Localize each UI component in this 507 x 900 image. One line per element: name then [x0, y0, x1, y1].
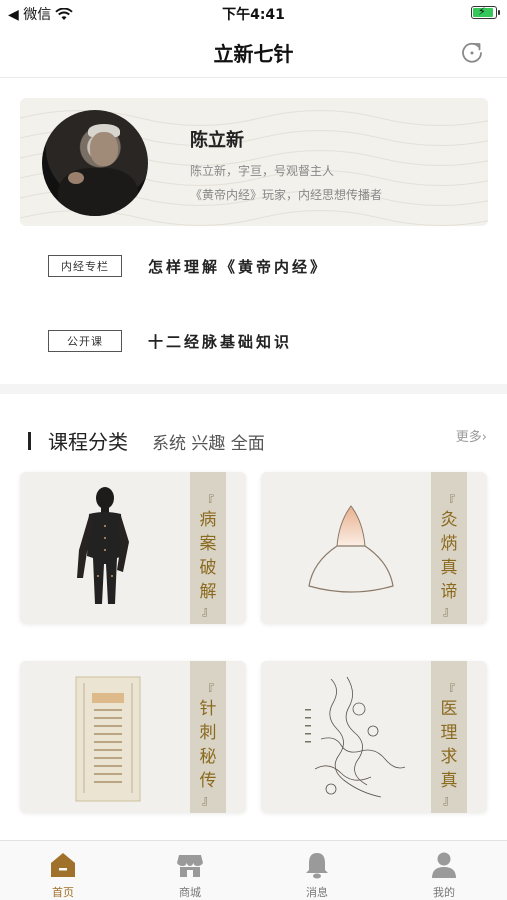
tab-label: 首页: [52, 886, 74, 899]
illustration-image: [305, 676, 406, 798]
profile-card[interactable]: 陈立新 陈立新，字亘，号观督主人 《黄帝内经》玩家，内经思想传播者: [20, 98, 488, 226]
status-time: 下午4:41: [222, 7, 285, 23]
refresh-icon[interactable]: [459, 40, 485, 66]
manuscript-image: [75, 676, 141, 802]
article-row[interactable]: 内经专栏 怎样理解《黄帝内经》: [48, 254, 468, 278]
tab-shop[interactable]: 商城: [127, 841, 253, 900]
avatar[interactable]: [42, 110, 148, 216]
tab-bar: 首页 商城 消息 我的: [0, 840, 507, 900]
section-subtitle: 系统 兴趣 全面: [152, 434, 265, 454]
tab-profile[interactable]: 我的: [381, 841, 507, 900]
course-label: 『 针刺秘传 』: [199, 683, 217, 807]
course-card-moxibustion[interactable]: 『 灸焫真谛 』: [261, 472, 487, 624]
profile-bio: 《黄帝内经》玩家，内经思想传播者: [190, 188, 383, 202]
page-title: 立新七针: [213, 42, 294, 66]
tab-label: 商城: [179, 886, 201, 899]
chevron-right-icon: ›: [481, 430, 487, 445]
article-title[interactable]: 怎样理解《黄帝内经》: [148, 256, 328, 277]
article-tag: 公开课: [48, 330, 122, 352]
course-card-needling[interactable]: 『 针刺秘传 』: [20, 661, 246, 813]
tab-home[interactable]: 首页: [0, 841, 126, 900]
section-marker: [28, 432, 31, 450]
acupuncture-figure-image: [77, 487, 129, 604]
section-title: 课程分类: [48, 430, 128, 454]
article-tag: 内经专栏: [48, 255, 122, 277]
profile-description: 陈立新，字亘，号观督主人: [190, 164, 335, 178]
nav-bar: 立新七针: [0, 26, 507, 78]
course-label: 『 灸焫真谛 』: [440, 494, 458, 618]
charging-bolt-icon: ⚡: [478, 5, 486, 18]
course-card-cases[interactable]: 『 病案破解 』: [20, 472, 246, 624]
more-label: 更多: [455, 430, 482, 445]
tab-messages[interactable]: 消息: [254, 841, 380, 900]
course-label-strip: 『 灸焫真谛 』: [431, 472, 467, 624]
section-divider: [0, 384, 507, 394]
shop-icon: [177, 855, 203, 877]
course-label-strip: 『 针刺秘传 』: [190, 661, 226, 813]
article-title[interactable]: 十二经脉基础知识: [148, 331, 292, 352]
tab-label: 我的: [433, 886, 455, 899]
user-icon: [432, 852, 456, 878]
bell-icon: [306, 853, 328, 879]
course-label-strip: 『 病案破解 』: [190, 472, 226, 624]
tab-label: 消息: [306, 886, 328, 899]
course-label-strip: 『 医理求真 』: [431, 661, 467, 813]
moxa-cone-image: [308, 505, 394, 593]
course-card-medical-theory[interactable]: 『 医理求真 』: [261, 661, 487, 813]
status-bar: ◀ 微信 下午4:41 ⚡: [0, 0, 507, 26]
course-label: 『 医理求真 』: [440, 683, 458, 807]
more-link[interactable]: 更多›: [456, 426, 487, 445]
battery-icon: ⚡: [471, 5, 500, 19]
article-row[interactable]: 公开课 十二经脉基础知识: [48, 329, 468, 353]
course-label: 『 病案破解 』: [199, 494, 217, 618]
profile-name: 陈立新: [190, 130, 244, 151]
home-icon: [51, 853, 75, 877]
